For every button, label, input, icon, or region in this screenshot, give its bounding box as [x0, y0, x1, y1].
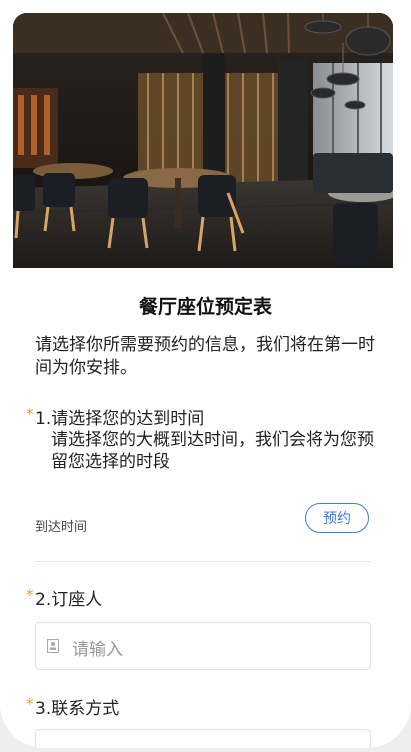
reserve-button[interactable]: 预约: [305, 503, 369, 533]
q3-label: 3.联系方式: [35, 699, 120, 719]
q2-label: 2.订座人: [35, 590, 103, 610]
q1-label: 1.请选择您的达到时间: [35, 409, 205, 429]
required-mark: *: [26, 586, 34, 604]
required-mark: *: [26, 405, 34, 423]
form-card: 餐厅座位预定表 请选择你所需要预约的信息，我们将在第一时间为你安排。 * 1.请…: [0, 0, 411, 748]
contact-card-icon: [47, 639, 59, 653]
booker-name-input[interactable]: 请输入: [35, 622, 371, 670]
arrival-time-label: 到达时间: [35, 520, 88, 535]
booker-name-placeholder: 请输入: [72, 640, 123, 660]
required-mark: *: [26, 695, 34, 713]
q1-subtitle: 请选择您的大概到达时间，我们会将为您预留您选择的时段: [51, 430, 374, 472]
restaurant-hero-image: [13, 13, 393, 268]
form-description: 请选择你所需要预约的信息，我们将在第一时间为你安排。: [35, 335, 375, 378]
contact-input[interactable]: [35, 729, 371, 748]
form-title: 餐厅座位预定表: [138, 296, 272, 318]
divider: [35, 561, 371, 562]
